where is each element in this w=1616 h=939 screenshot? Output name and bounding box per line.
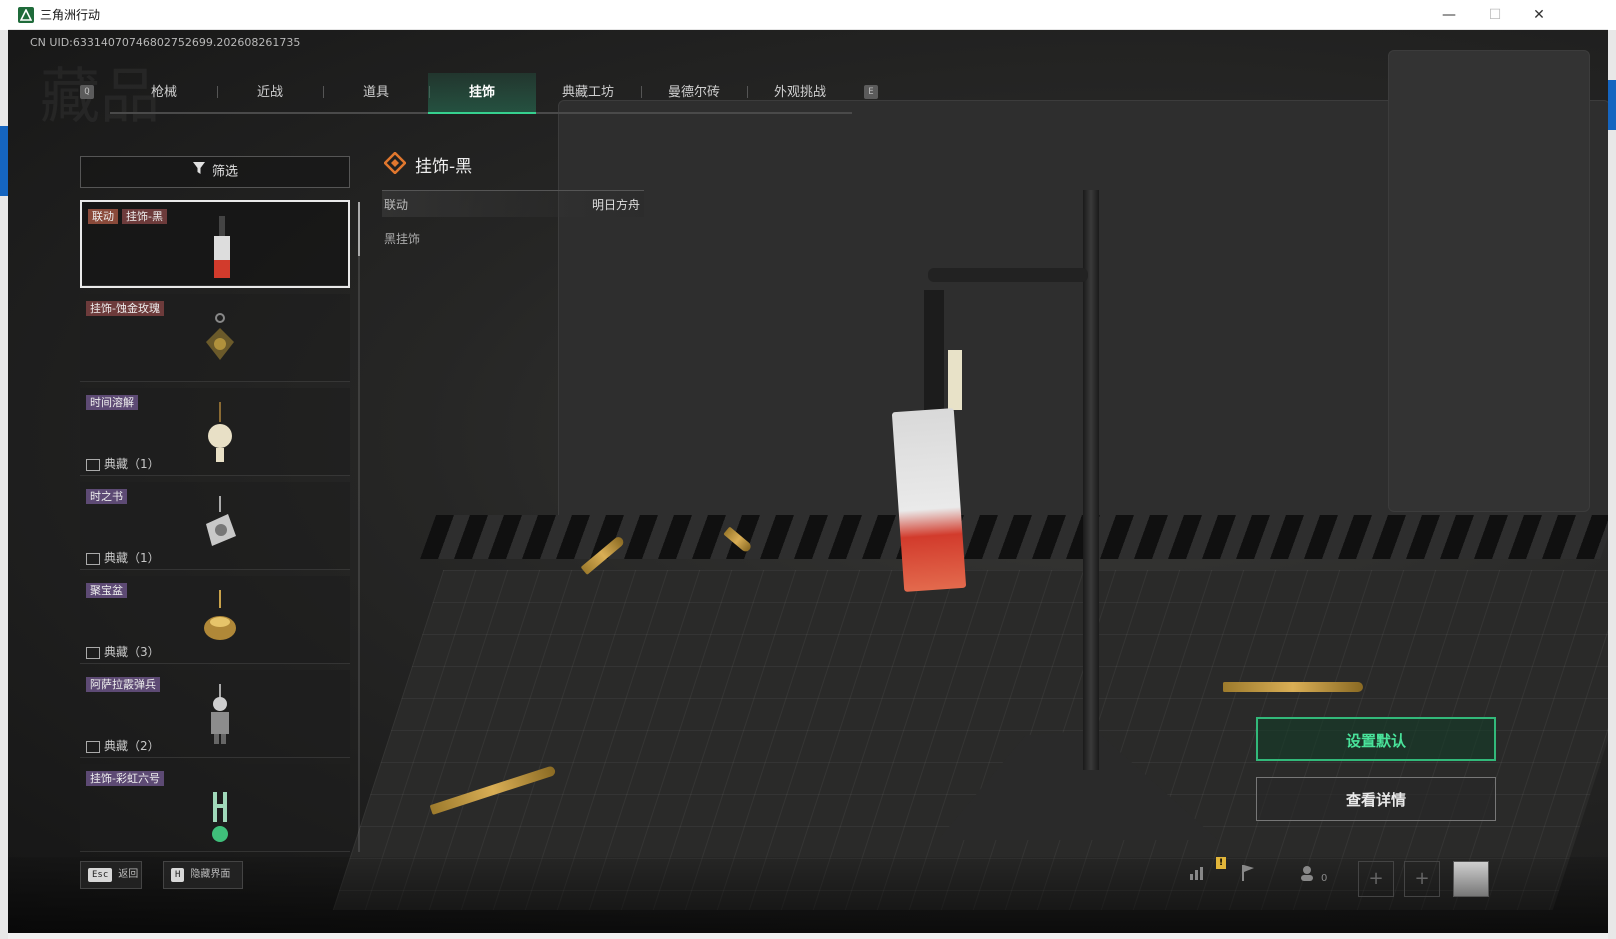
- app-logo-icon: [18, 7, 34, 23]
- charm-thumbnail: [204, 590, 236, 640]
- uid-text: CN UID:633140707468027526​99.20260826173…: [30, 36, 301, 49]
- collection-count: 典藏（1）: [104, 457, 160, 471]
- collection-icon: [86, 552, 100, 565]
- list-item[interactable]: 聚宝盆 典藏（3）: [80, 576, 350, 664]
- charm-thumbnail: [206, 313, 234, 360]
- detail-title: 挂饰-黑: [415, 157, 473, 177]
- hide-ui-button[interactable]: H 隐藏界面: [163, 861, 243, 889]
- friends-button[interactable]: 0: [1293, 864, 1333, 890]
- charm-thumbnail: [208, 402, 232, 462]
- set-default-button[interactable]: 设置默认: [1256, 717, 1496, 761]
- collection-count: 典藏（2）: [104, 739, 160, 753]
- detail-collab-label: 联动: [384, 198, 409, 212]
- tab-next-key[interactable]: E: [864, 85, 878, 99]
- item-name: 挂饰-彩虹六号: [86, 771, 164, 786]
- scene-crate-latch: [1388, 50, 1590, 512]
- flag-icon[interactable]: [1233, 864, 1263, 890]
- detail-description: 黑挂饰: [384, 232, 421, 246]
- list-item[interactable]: 挂饰-彩虹六号: [80, 764, 350, 852]
- friends-count: 0: [1321, 873, 1328, 884]
- category-tabs: 枪械 近战 道具 挂饰 典藏工坊 曼德尔砖 外观挑战: [110, 73, 852, 114]
- tab-appearance-challenge[interactable]: 外观挑战: [746, 73, 854, 112]
- list-item[interactable]: 挂饰-蚀金玫瑰: [80, 294, 350, 382]
- player-avatar[interactable]: [1453, 861, 1489, 897]
- maximize-button[interactable]: ☐: [1472, 0, 1518, 30]
- item-name: 聚宝盆: [86, 583, 127, 598]
- stats-icon[interactable]: [1183, 864, 1213, 890]
- charm-tag: [948, 350, 962, 410]
- item-name: 时间溶解: [86, 395, 138, 410]
- list-item[interactable]: 时间溶解 典藏（1）: [80, 388, 350, 476]
- view-details-button[interactable]: 查看详情: [1256, 777, 1496, 821]
- add-squad-slot-button[interactable]: +: [1404, 861, 1440, 897]
- display-stand-arm: [928, 268, 1088, 282]
- list-item[interactable]: 阿萨拉霰弹兵 典藏（2）: [80, 670, 350, 758]
- game-viewport: 藏品 CN UID:633140707468027526​99.20260826…: [8, 30, 1608, 933]
- add-squad-slot-button[interactable]: +: [1358, 861, 1394, 897]
- item-name: 阿萨拉霰弹兵: [86, 677, 160, 692]
- list-item[interactable]: 联动 挂饰-黑: [80, 200, 350, 288]
- warning-badge: !: [1216, 857, 1226, 869]
- tab-melee[interactable]: 近战: [216, 73, 324, 112]
- item-name: 挂饰-黑: [122, 209, 167, 224]
- window-title: 三角洲行动: [40, 8, 101, 22]
- item-name: 挂饰-蚀金玫瑰: [86, 301, 164, 316]
- window-titlebar: 三角洲行动 — ☐ ✕: [8, 0, 1608, 30]
- collection-icon: [86, 646, 100, 659]
- list-scrollbar[interactable]: [358, 202, 360, 852]
- tab-firearms[interactable]: 枪械: [110, 73, 218, 112]
- charm-thumbnail: [212, 792, 228, 842]
- filter-icon: [192, 157, 206, 187]
- tab-collection-workshop[interactable]: 典藏工坊: [534, 73, 642, 112]
- collection-count: 典藏（3）: [104, 645, 160, 659]
- esc-key: Esc: [88, 868, 113, 882]
- desktop-edge-left: [0, 30, 8, 939]
- minimize-button[interactable]: —: [1426, 0, 1472, 30]
- collection-count: 典藏（1）: [104, 551, 160, 565]
- charm-preview[interactable]: [891, 408, 967, 592]
- friends-icon: [1300, 866, 1313, 881]
- back-button[interactable]: Esc 返回: [80, 861, 142, 889]
- tab-props[interactable]: 道具: [322, 73, 430, 112]
- charm-thumbnail: [211, 684, 229, 744]
- charm-strap: [924, 290, 944, 410]
- collection-icon: [86, 740, 100, 753]
- collection-icon: [86, 458, 100, 471]
- scene-bullet: [1223, 682, 1363, 692]
- tab-charms[interactable]: 挂饰: [428, 73, 536, 114]
- charm-list: 联动 挂饰-黑 挂饰-蚀金玫瑰 时间溶解 典藏（1） 时之书 典藏（1） 聚宝盆 …: [80, 200, 350, 854]
- tab-prev-key[interactable]: Q: [80, 85, 94, 99]
- h-key: H: [171, 868, 185, 882]
- item-name: 时之书: [86, 489, 127, 504]
- collab-tag: 联动: [88, 209, 118, 224]
- filter-button[interactable]: 筛选: [80, 156, 350, 188]
- charm-category-icon: [384, 152, 406, 174]
- bottom-bar: Esc 返回 H 隐藏界面 ! 0 + +: [8, 857, 1608, 933]
- detail-collab-row: 联动 明日方舟: [382, 190, 644, 217]
- list-item[interactable]: 时之书 典藏（1）: [80, 482, 350, 570]
- detail-collab-value: 明日方舟: [591, 198, 640, 212]
- close-button[interactable]: ✕: [1516, 0, 1562, 30]
- window-bottom-edge: [8, 933, 1608, 939]
- tab-mandel-brick[interactable]: 曼德尔砖: [640, 73, 748, 112]
- charm-thumbnail: [206, 496, 236, 546]
- charm-thumbnail: [214, 216, 230, 278]
- desktop-edge-right: [1608, 30, 1616, 939]
